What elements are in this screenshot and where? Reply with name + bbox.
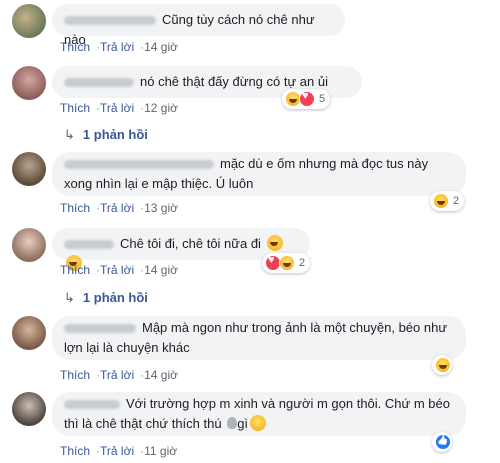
emoji-icon — [227, 417, 238, 429]
comment-text-line1: Với trường hợp m xinh và người m gọn thô… — [126, 396, 450, 411]
commenter-name[interactable] — [64, 324, 136, 334]
comment-text-line2: xong nhìn lại e mập thiệc. Ú luôn — [64, 176, 254, 191]
smile-emoji-icon — [250, 415, 267, 431]
comment-text-line2: thì là chê thật chứ thích thú — [64, 416, 222, 431]
comment-actions: Thích ·Trả lời ·11 giờ — [60, 444, 178, 458]
timestamp[interactable]: 14 giờ — [144, 40, 178, 54]
haha-icon — [433, 193, 449, 209]
reaction-summary[interactable]: 5 — [282, 89, 331, 109]
like-link[interactable]: Thích — [60, 368, 90, 382]
comment-text: Chê tôi đi, chê tôi nữa đi — [120, 236, 261, 251]
avatar[interactable] — [12, 152, 46, 186]
comment-actions: Thích ·Trả lời ·14 giờ — [60, 40, 178, 54]
reply-link[interactable]: Trả lời — [100, 101, 134, 115]
comment-text-line1: mặc dù e ốm nhưng mà đọc tus này — [220, 156, 429, 171]
timestamp[interactable]: 14 giờ — [144, 263, 178, 277]
avatar[interactable] — [12, 66, 46, 100]
comment-bubble: Cũng tùy cách nó chê như nào — [52, 4, 345, 47]
reply-arrow-icon: ↳ — [64, 127, 75, 142]
reply-link[interactable]: Trả lời — [100, 368, 134, 382]
reaction-count: 2 — [453, 195, 460, 207]
like-link[interactable]: Thích — [60, 263, 90, 277]
avatar[interactable] — [12, 392, 46, 426]
reaction-count: 5 — [319, 93, 326, 105]
view-replies-link[interactable]: ↳ 1 phản hồi — [64, 127, 148, 143]
comment-bubble: Với trường hợp m xinh và người m gọn thô… — [52, 392, 466, 436]
avatar[interactable] — [12, 4, 46, 38]
timestamp[interactable]: 12 giờ — [144, 101, 178, 115]
comment-actions: Thích ·Trả lời ·12 giờ — [60, 101, 178, 115]
comment-text-line2: lợn lại là chuyện khác — [64, 340, 190, 355]
like-link[interactable]: Thích — [60, 101, 90, 115]
reply-link[interactable]: Trả lời — [100, 201, 134, 215]
haha-icon — [435, 357, 451, 373]
comment-bubble: mặc dù e ốm nhưng mà đọc tus này xong nh… — [52, 152, 466, 196]
commenter-name[interactable] — [64, 160, 214, 170]
comment-actions: Thích ·Trả lời ·14 giờ — [60, 263, 178, 277]
reply-arrow-icon: ↳ — [64, 290, 75, 305]
commenter-name[interactable] — [64, 16, 156, 26]
comment-actions: Thích ·Trả lời ·13 giờ — [60, 201, 178, 215]
comment-text-line1: Mập mà ngon như trong ảnh là một chuyện,… — [142, 320, 448, 335]
comment-actions: Thích ·Trả lời ·14 giờ — [60, 368, 178, 382]
avatar[interactable] — [12, 316, 46, 350]
like-link[interactable]: Thích — [60, 201, 90, 215]
love-icon — [299, 90, 315, 107]
like-link[interactable]: Thích — [60, 444, 90, 458]
timestamp[interactable]: 14 giờ — [144, 368, 178, 382]
laughing-emoji-icon — [266, 235, 283, 251]
reaction-count: 2 — [299, 257, 306, 269]
comment-text-tail: gì — [237, 416, 249, 431]
like-link[interactable]: Thích — [60, 40, 90, 54]
like-icon — [435, 434, 451, 450]
reply-link[interactable]: Trả lời — [100, 444, 134, 458]
reply-link[interactable]: Trả lời — [100, 40, 134, 54]
timestamp[interactable]: 13 giờ — [144, 201, 178, 215]
haha-icon — [279, 255, 295, 271]
timestamp[interactable]: 11 giờ — [144, 444, 177, 458]
avatar[interactable] — [12, 228, 46, 262]
commenter-name[interactable] — [64, 400, 120, 410]
reply-link[interactable]: Trả lời — [100, 263, 134, 277]
reaction-summary[interactable]: 2 — [262, 253, 311, 273]
view-replies-link[interactable]: ↳ 1 phản hồi — [64, 290, 148, 306]
reaction-summary[interactable]: 2 — [430, 191, 465, 211]
commenter-name[interactable] — [64, 78, 134, 88]
comment-bubble: Mập mà ngon như trong ảnh là một chuyện,… — [52, 316, 466, 360]
comment-text: nó chê thật đấy đừng có tự an ủi — [140, 74, 328, 89]
reaction-summary[interactable] — [432, 355, 452, 375]
reaction-summary[interactable] — [432, 432, 452, 452]
commenter-name[interactable] — [64, 240, 114, 250]
